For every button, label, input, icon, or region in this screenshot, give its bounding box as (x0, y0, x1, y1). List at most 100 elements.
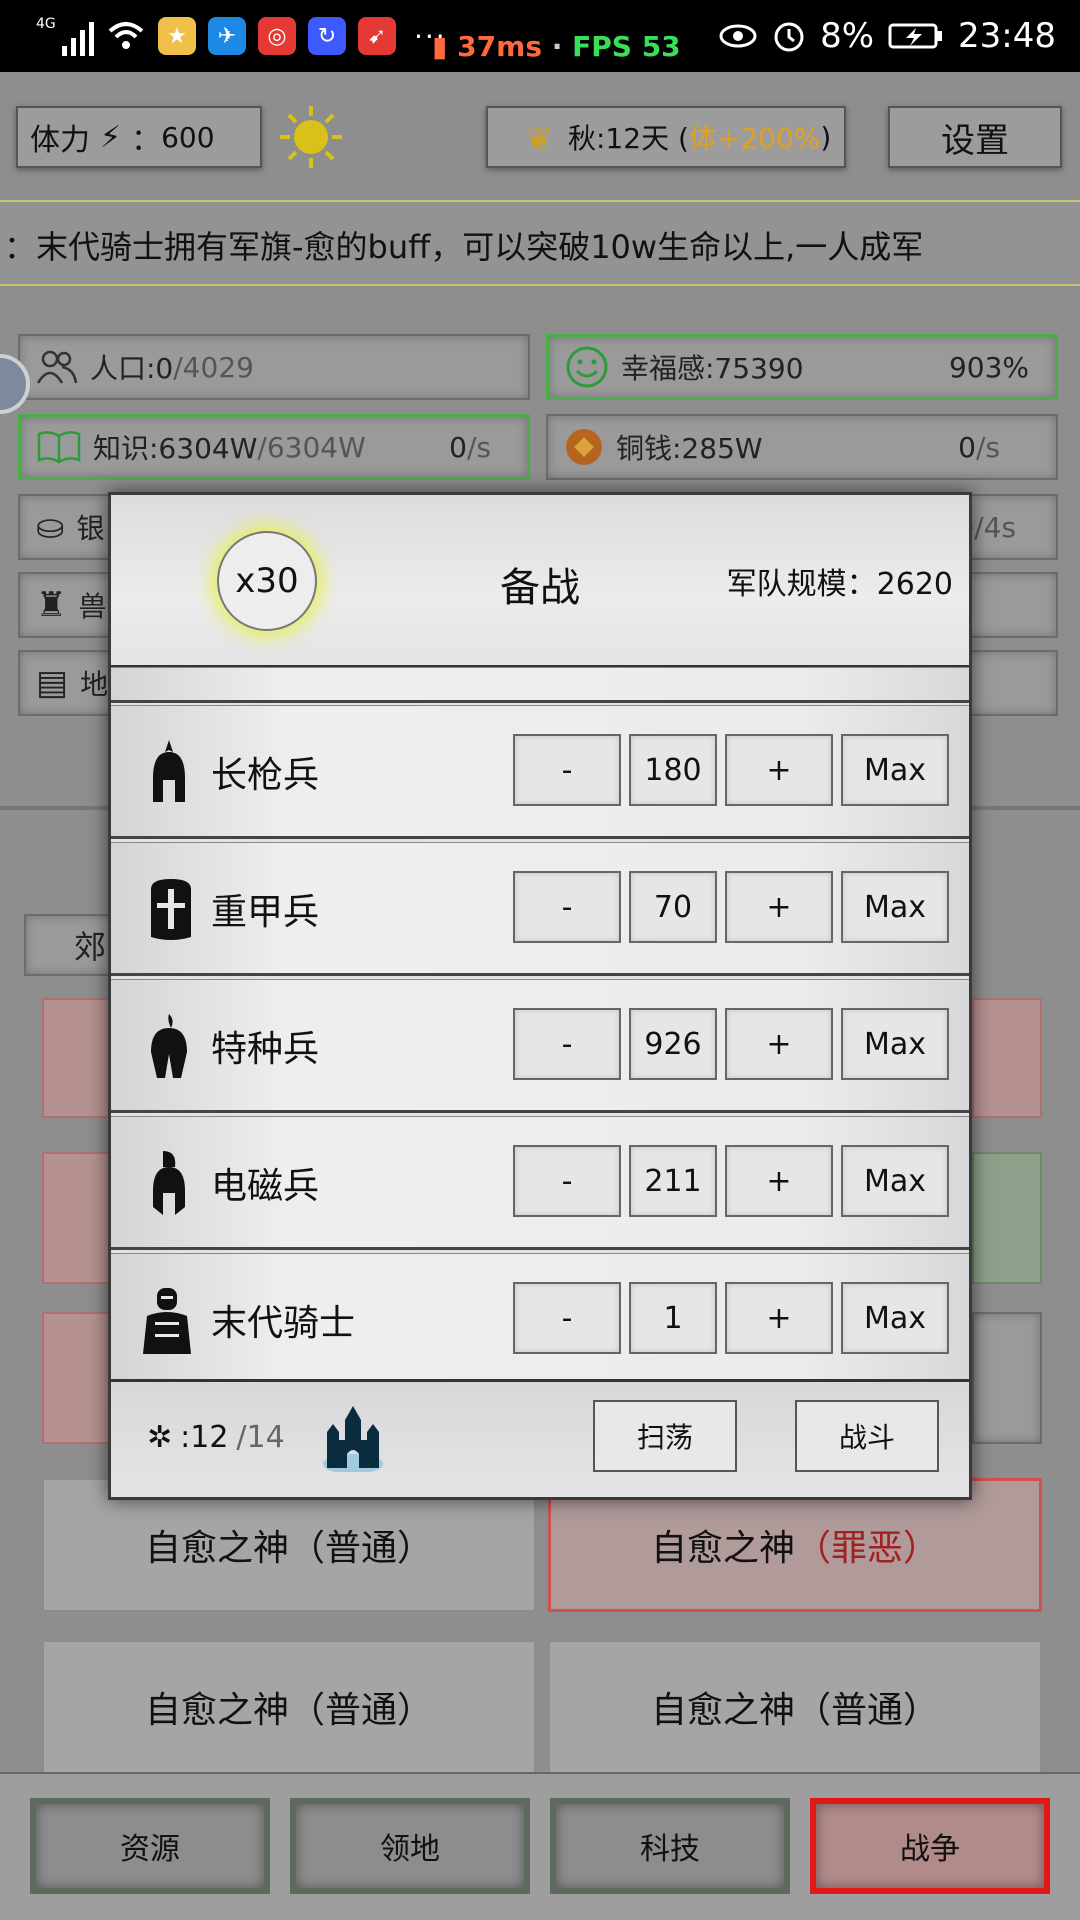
battle-card-tag: （普通） (795, 1690, 940, 1731)
settings-button[interactable]: 设置 (888, 106, 1062, 168)
snowflake-icon: ✲ (147, 1420, 173, 1455)
eye-icon (719, 24, 757, 48)
unit-name: 特种兵 (211, 1029, 320, 1070)
fps-value: FPS 53 (572, 30, 681, 63)
castle-icon[interactable] (323, 1402, 383, 1472)
bottom-nav: 资源 领地 科技 战争 (0, 1772, 1080, 1920)
decrease-button[interactable]: - (513, 1145, 621, 1217)
unit-row: 特种兵 - 926 + Max (111, 979, 969, 1113)
energy-value: :12 (180, 1420, 229, 1455)
max-button[interactable]: Max (841, 734, 949, 806)
decrease-button[interactable]: - (513, 1282, 621, 1354)
happiness-row: 幸福感:75390 903% (546, 334, 1058, 400)
decrease-button[interactable]: - (513, 871, 621, 943)
nav-resources[interactable]: 资源 (30, 1798, 270, 1894)
unit-count: 1 (629, 1282, 717, 1354)
sweep-label: 扫荡 (636, 1421, 693, 1454)
increase-button[interactable]: + (725, 1282, 833, 1354)
nav-technology[interactable]: 科技 (550, 1798, 790, 1894)
nav-label: 战争 (900, 1832, 960, 1867)
battle-card-left-2[interactable] (42, 1152, 112, 1284)
max-label: Max (863, 1163, 927, 1199)
battle-card-healer-normal-2[interactable]: 自愈之神 （普通） (42, 1640, 536, 1774)
unit-name: 电磁兵 (211, 1166, 320, 1207)
max-button[interactable]: Max (841, 871, 949, 943)
max-button[interactable]: Max (841, 1008, 949, 1080)
increase-button[interactable]: + (725, 1145, 833, 1217)
increase-label: + (766, 889, 792, 925)
unit-count-value: 70 (653, 889, 693, 925)
unit-count: 211 (629, 1145, 717, 1217)
nav-label: 领地 (380, 1832, 440, 1867)
fight-button[interactable]: 战斗 (795, 1400, 939, 1472)
battle-card-right-3[interactable] (972, 1312, 1042, 1444)
increase-label: + (766, 1300, 792, 1336)
season-close: ) (820, 120, 832, 154)
happiness-label: 幸福感:75390 (621, 352, 804, 385)
stamina-label: 体力 (30, 123, 90, 158)
alarm-icon (774, 22, 804, 52)
battle-card-name: 自愈之神 (144, 1528, 289, 1569)
army-size: 军队规模：2620 (727, 559, 953, 603)
status-left: 4G ★ ✈ ◎ ↻ ➹ ··· (36, 12, 447, 60)
network-stats: ▮ 37ms · FPS 53 (432, 30, 681, 63)
battle-card-healer-normal-3[interactable]: 自愈之神 （普通） (548, 1640, 1042, 1774)
battle-prep-dialog: x30 备战 军队规模：2620 长枪兵 - 180 + Max 重甲兵 - 7… (108, 492, 972, 1500)
unit-count: 926 (629, 1008, 717, 1080)
heavy-armor-helmet-icon (151, 879, 191, 940)
beast-label: 兽 (78, 590, 107, 623)
season-bonus: 体+200% (688, 122, 821, 155)
increase-label: + (766, 752, 792, 788)
battery-charging-icon (888, 23, 943, 49)
battle-card-name: 自愈之神 (650, 1690, 795, 1731)
sync-app-icon: ↻ (308, 17, 346, 55)
nav-war[interactable]: 战争 (810, 1798, 1050, 1894)
knowledge-rate-unit: /s (466, 430, 491, 464)
sweep-button[interactable]: 扫荡 (593, 1400, 737, 1472)
unit-row: 末代骑士 - 1 + Max (111, 1253, 969, 1379)
unit-count: 180 (629, 734, 717, 806)
battle-card-right-2[interactable] (972, 1152, 1042, 1284)
game-app-icon: ★ (158, 17, 196, 55)
battle-card-name: 自愈之神 (144, 1690, 289, 1731)
decrease-label: - (561, 752, 573, 788)
battle-card-tag: （普通） (289, 1690, 434, 1731)
battle-card-tag: （罪恶） (795, 1528, 940, 1569)
nav-territory[interactable]: 领地 (290, 1798, 530, 1894)
dialog-header: x30 备战 军队规模：2620 (111, 495, 969, 667)
increase-button[interactable]: + (725, 734, 833, 806)
book-icon (37, 431, 81, 464)
clock-time: 23:48 (958, 16, 1056, 56)
status-bar: 4G ★ ✈ ◎ ↻ ➹ ··· ▮ 37ms · FPS 53 8% 23:4… (0, 0, 1080, 72)
battle-card-left-3[interactable] (42, 1312, 112, 1444)
copper-label: 铜钱:285W (616, 432, 763, 465)
battle-card-left-1[interactable] (42, 998, 112, 1118)
army-size-value: 2620 (876, 567, 953, 602)
increase-button[interactable]: + (725, 1008, 833, 1080)
max-button[interactable]: Max (841, 1145, 949, 1217)
knowledge-row: 知识:6304W /6304W 0 /s (18, 414, 530, 480)
feather-app-icon: ✈ (208, 17, 246, 55)
knowledge-rate: 0 (449, 430, 467, 464)
spearman-helmet-icon (153, 740, 185, 802)
unit-list[interactable]: 长枪兵 - 180 + Max 重甲兵 - 70 + Max 特种兵 - 926… (111, 667, 969, 1379)
region-tab-label: 郊 (74, 928, 107, 966)
decrease-button[interactable]: - (513, 734, 621, 806)
stamina-value: 600 (161, 120, 215, 154)
battle-card-right-1[interactable] (972, 998, 1042, 1118)
copper-row: 铜钱:285W 0 /s (546, 414, 1058, 480)
decrease-label: - (561, 1026, 573, 1062)
unit-row: 长枪兵 - 180 + Max (111, 705, 969, 839)
decrease-button[interactable]: - (513, 1008, 621, 1080)
ingot-icon: ⛀ (36, 507, 65, 547)
copper-rate: 0 (958, 430, 976, 464)
max-button[interactable]: Max (841, 1282, 949, 1354)
season-box: ❦ 秋:12天 ( 体+200% ) (486, 106, 846, 168)
energy-cap: /14 (236, 1420, 285, 1455)
scroll-icon: ▤ (36, 663, 69, 703)
unit-count-value: 1 (663, 1300, 683, 1336)
increase-button[interactable]: + (725, 871, 833, 943)
signal-icon: 4G (36, 16, 95, 56)
network-type: 4G (36, 16, 56, 32)
unit-row-partial (111, 667, 969, 703)
